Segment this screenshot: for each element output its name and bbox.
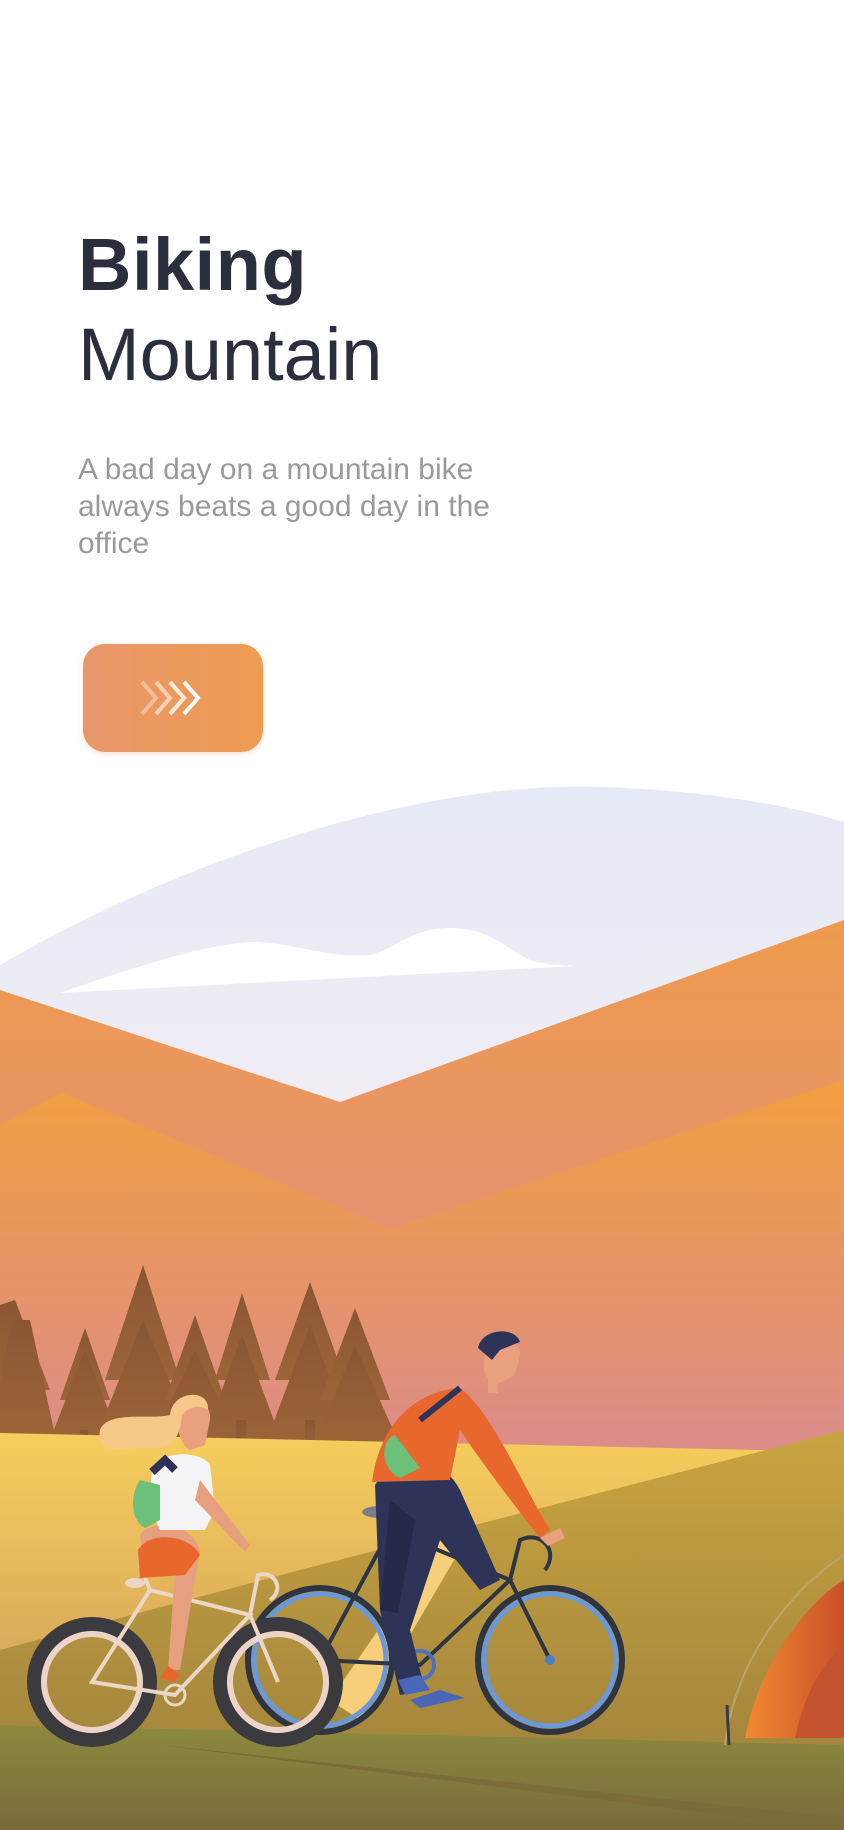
tagline: A bad day on a mountain bike always beat… [78,453,490,560]
onboarding-screen: Biking Mountain A bad day on a mountain … [0,0,844,1830]
title-regular: Mountain [78,313,383,396]
title-bold: Biking [78,223,308,306]
next-button[interactable] [83,644,263,752]
triple-chevron-right-icon [140,680,201,716]
biking-illustration [0,786,844,1830]
